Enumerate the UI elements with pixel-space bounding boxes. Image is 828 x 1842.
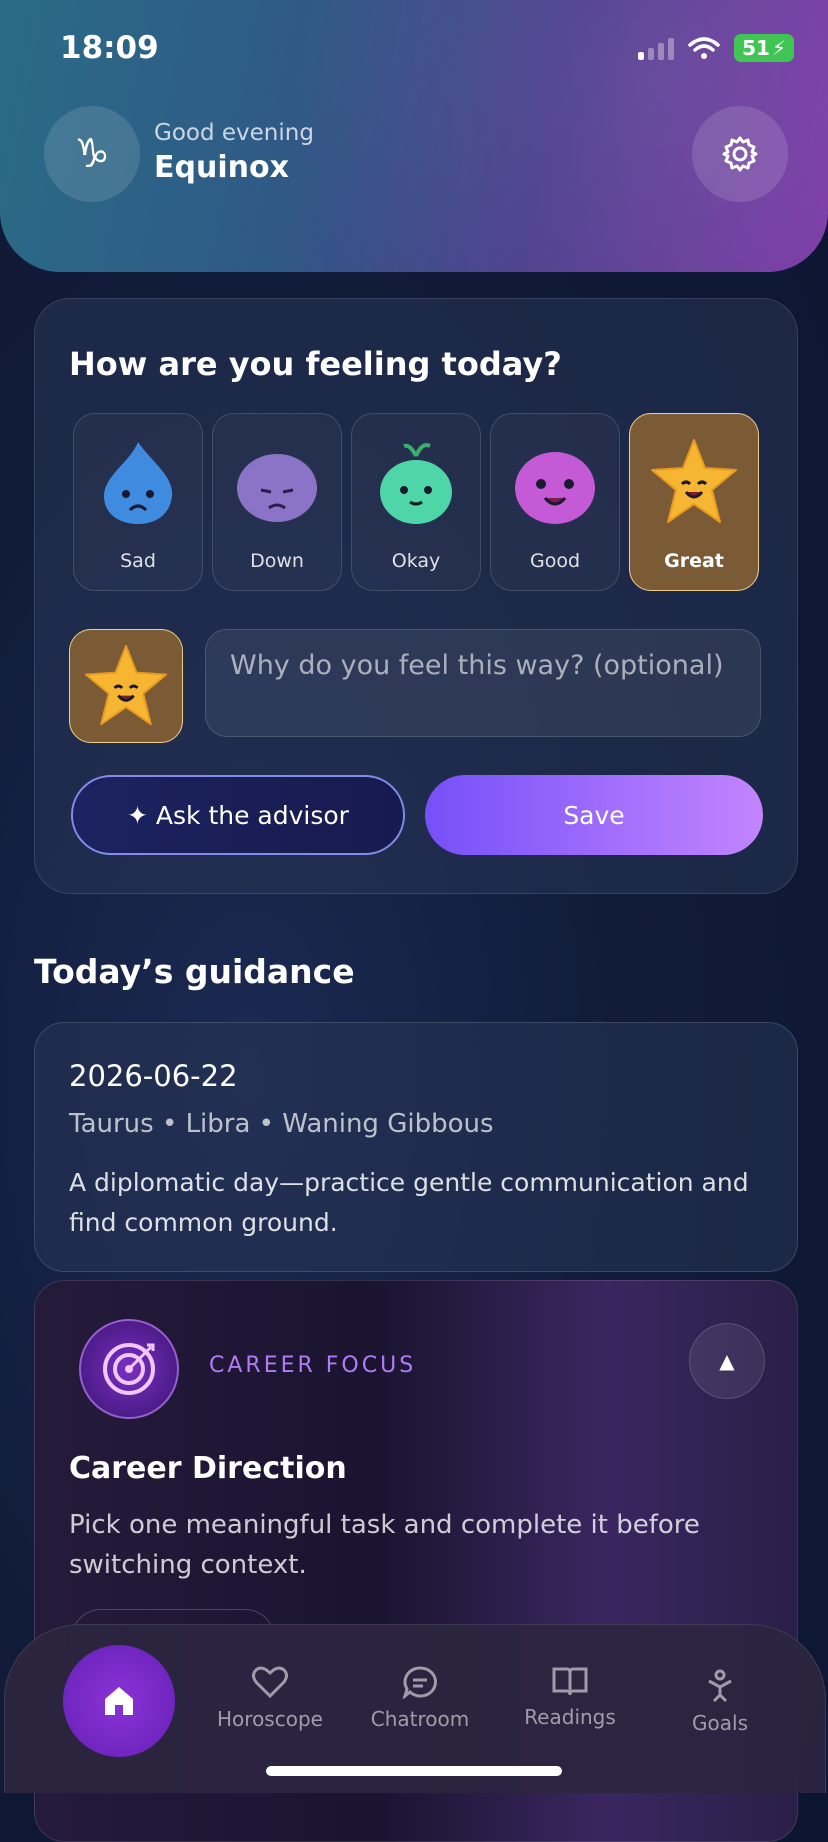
- collapse-button[interactable]: ▲: [689, 1323, 765, 1399]
- wifi-icon: [688, 37, 720, 59]
- mood-label: Great: [664, 550, 724, 572]
- mood-title: How are you feeling today?: [69, 345, 562, 383]
- status-time: 18:09: [60, 30, 159, 66]
- tab-chatroom[interactable]: Chatroom: [355, 1665, 485, 1731]
- mood-option-down[interactable]: Down: [212, 413, 342, 591]
- tab-label: Goals: [692, 1711, 748, 1735]
- mood-label: Good: [529, 550, 581, 572]
- capricorn-icon: ♑: [74, 131, 110, 177]
- great-star-icon: [651, 439, 737, 523]
- cellular-signal-icon: [638, 36, 675, 60]
- sad-face-icon: [104, 442, 173, 524]
- guidance-card: 2026-06-22 Taurus • Libra • Waning Gibbo…: [34, 1022, 798, 1272]
- settings-button[interactable]: [692, 106, 788, 202]
- tab-label: Readings: [524, 1705, 616, 1729]
- status-icons: 51 ⚡: [638, 34, 794, 62]
- selected-mood-preview: [69, 629, 183, 743]
- tab-label: Horoscope: [217, 1707, 323, 1731]
- chat-bubble-icon: [402, 1666, 437, 1699]
- career-text: Pick one meaningful task and complete it…: [69, 1510, 700, 1580]
- charging-bolt-icon: ⚡: [771, 36, 786, 60]
- zodiac-avatar[interactable]: ♑: [44, 106, 140, 202]
- great-star-icon: [84, 644, 168, 726]
- mood-option-okay[interactable]: Okay: [351, 413, 481, 591]
- battery-level: 51: [742, 36, 770, 60]
- guidance-date: 2026-06-22: [69, 1059, 238, 1093]
- tab-readings[interactable]: Readings: [505, 1665, 635, 1729]
- save-button[interactable]: Save: [425, 775, 763, 855]
- down-face-icon: [237, 454, 317, 522]
- goal-person-icon: [708, 1669, 732, 1703]
- career-title: Career Direction: [69, 1451, 347, 1486]
- open-book-icon: [552, 1667, 588, 1696]
- mood-option-sad[interactable]: Sad: [73, 413, 203, 591]
- mood-options: Sad Down Okay Good Great: [73, 413, 759, 591]
- okay-face-icon: [380, 443, 452, 524]
- good-face-icon: [515, 452, 595, 524]
- tab-goals[interactable]: Goals: [655, 1665, 785, 1735]
- mood-label: Okay: [391, 550, 441, 572]
- chevron-up-icon: ▲: [719, 1349, 735, 1373]
- mood-option-great[interactable]: Great: [629, 413, 759, 591]
- career-tag: CAREER FOCUS: [209, 1353, 417, 1378]
- target-icon: [79, 1319, 179, 1419]
- user-name: Equinox: [154, 150, 289, 185]
- target-arrow-glyph: [103, 1343, 155, 1395]
- mood-card: How are you feeling today? Sad Down Okay…: [34, 298, 798, 894]
- heart-icon: [252, 1666, 288, 1699]
- mood-label: Down: [250, 550, 304, 572]
- home-icon: [105, 1687, 133, 1715]
- greeting-text: Good evening: [154, 120, 314, 146]
- reason-input[interactable]: Why do you feel this way? (optional): [205, 629, 761, 737]
- tab-home[interactable]: [63, 1645, 175, 1757]
- guidance-text: A diplomatic day—practice gentle communi…: [69, 1168, 749, 1237]
- guidance-meta: Taurus • Libra • Waning Gibbous: [69, 1109, 494, 1139]
- tab-label: Chatroom: [370, 1707, 470, 1731]
- mood-label: Sad: [120, 550, 156, 572]
- guidance-section-title: Today’s guidance: [34, 952, 355, 991]
- tab-horoscope[interactable]: Horoscope: [205, 1665, 335, 1731]
- ask-advisor-button[interactable]: ✦ Ask the advisor: [71, 775, 405, 855]
- home-indicator: [266, 1766, 562, 1776]
- gear-icon: [722, 136, 758, 172]
- header: 18:09 51 ⚡ ♑ Good evening Equinox: [0, 0, 828, 272]
- battery-icon: 51 ⚡: [734, 34, 794, 62]
- mood-option-good[interactable]: Good: [490, 413, 620, 591]
